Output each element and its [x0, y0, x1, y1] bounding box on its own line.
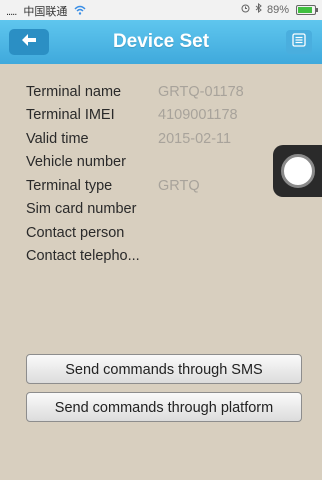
carrier-name: 中国联通: [23, 6, 68, 18]
info-label: Contact telepho...: [26, 248, 140, 265]
info-label: Sim card number: [26, 201, 137, 218]
info-row-sim-card-number: Sim card number: [26, 198, 244, 222]
info-value: GRTQ: [158, 177, 200, 194]
battery-percent: 89%: [266, 3, 289, 16]
battery-fill: [298, 6, 313, 13]
info-row-vehicle-number: Vehicle number: [26, 151, 244, 175]
alarm-icon: [241, 4, 250, 16]
navigation-bar: Device Set: [0, 20, 322, 64]
info-row-terminal-imei: Terminal IMEI 4109001178: [26, 104, 244, 128]
info-row-contact-person: Contact person: [26, 221, 244, 245]
send-sms-commands-button[interactable]: Send commands through SMS: [26, 354, 302, 384]
list-icon: [292, 32, 306, 52]
wifi-icon: [74, 5, 86, 18]
info-row-valid-time: Valid time 2015-02-11: [26, 127, 244, 151]
info-row-contact-telephone: Contact telepho...: [26, 245, 244, 269]
info-label: Valid time: [26, 130, 89, 147]
info-value: GRTQ-01178: [158, 83, 244, 100]
info-label: Terminal IMEI: [26, 107, 115, 124]
info-label: Terminal name: [26, 83, 122, 100]
bluetooth-icon: [255, 2, 262, 16]
status-right: 89%: [241, 2, 318, 16]
assistive-touch-icon: [280, 154, 315, 188]
signal-strength-icon: .....: [6, 6, 17, 18]
status-left: ..... 中国联通: [6, 3, 86, 19]
menu-button[interactable]: [286, 30, 312, 54]
status-bar: ..... 中国联通 89%: [0, 0, 322, 20]
info-label: Contact person: [26, 224, 125, 241]
battery-icon: [296, 4, 318, 15]
device-info-list: Terminal name GRTQ-01178 Terminal IMEI 4…: [26, 80, 244, 268]
back-button[interactable]: [9, 29, 49, 55]
send-platform-commands-button[interactable]: Send commands through platform: [26, 392, 302, 422]
info-value: 2015-02-11: [158, 130, 232, 147]
info-row-terminal-type: Terminal type GRTQ: [26, 174, 244, 198]
info-label: Terminal type: [26, 177, 113, 194]
back-arrow-icon: [20, 33, 38, 52]
assistive-touch-button[interactable]: [273, 145, 322, 197]
info-label: Vehicle number: [26, 154, 126, 171]
info-value: 4109001178: [158, 107, 238, 124]
info-row-terminal-name: Terminal name GRTQ-01178: [26, 80, 244, 104]
